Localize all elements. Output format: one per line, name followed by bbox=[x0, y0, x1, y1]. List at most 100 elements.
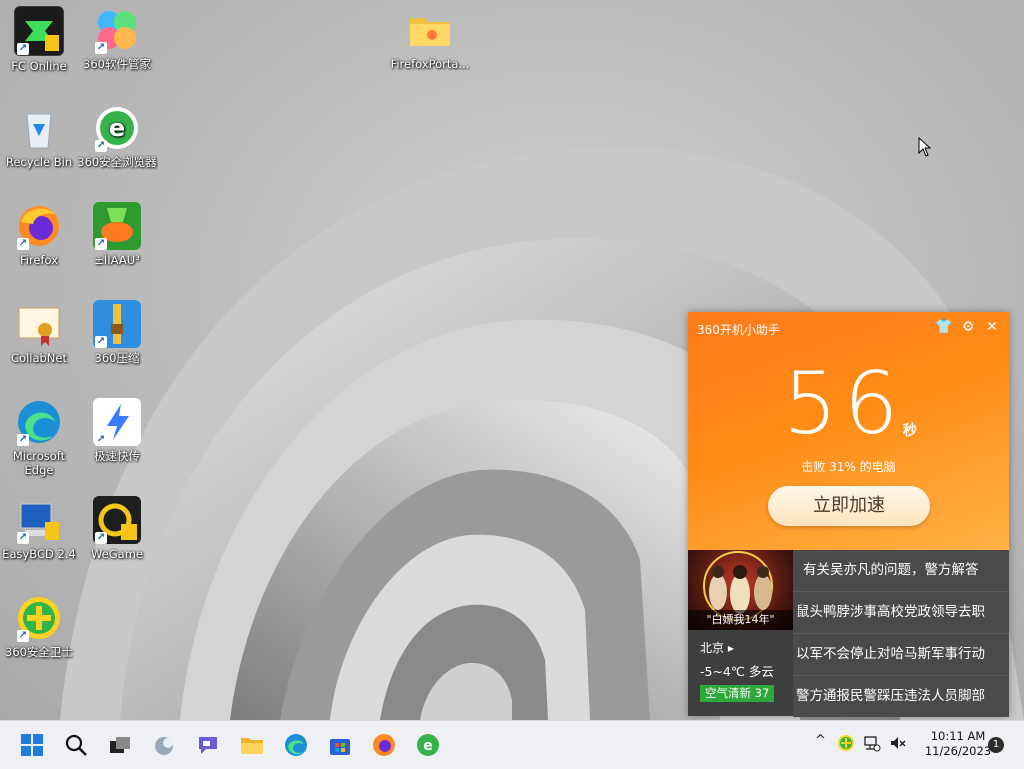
360-security-icon: ↗ bbox=[15, 594, 63, 642]
show-hidden-icons-chevron-icon[interactable]: ^ bbox=[815, 733, 826, 748]
chat-icon bbox=[199, 737, 217, 754]
news-list: 有关吴亦凡的问题，警方解答 鼠头鸭脖涉事高校党政领导去职 以军不会停止对哈马斯军… bbox=[793, 550, 1009, 717]
desktop-icon-label: Microsoft Edge bbox=[12, 449, 66, 477]
desktop-icon-fc-online[interactable]: ↗ FC Online bbox=[0, 6, 79, 73]
desktop-icon-label: CollabNet bbox=[11, 351, 67, 365]
shortcut-arrow-icon: ↗ bbox=[95, 140, 107, 152]
settings-icon[interactable]: ⚙ bbox=[959, 319, 977, 335]
start-button[interactable] bbox=[16, 729, 48, 761]
desktop-icon-label: FirefoxPorta... bbox=[390, 57, 470, 71]
desktop-icon-360-software-manager[interactable]: ↗ 360软件管家 bbox=[77, 6, 157, 71]
desktop-icon-label: Firefox bbox=[19, 253, 59, 267]
boot-time-unit: 秒 bbox=[903, 423, 917, 439]
task-view-button[interactable] bbox=[104, 729, 136, 761]
network-icon[interactable] bbox=[863, 734, 881, 752]
chat-button[interactable] bbox=[192, 729, 224, 761]
desktop-icon-wegame[interactable]: ↗ WeGame bbox=[77, 496, 157, 561]
air-quality-badge: 空气清新 37 bbox=[700, 685, 775, 702]
easybcd-icon: ↗ bbox=[15, 496, 63, 544]
desktop-icon-firefox-portable-folder[interactable]: FirefoxPorta... bbox=[389, 6, 471, 71]
volume-muted-icon[interactable] bbox=[889, 734, 907, 752]
chevron-right-icon: ▸ bbox=[727, 641, 734, 655]
desktop-icon-collabnet[interactable]: CollabNet bbox=[0, 300, 79, 365]
store-button[interactable] bbox=[324, 729, 356, 761]
skin-icon[interactable]: 👕 bbox=[935, 319, 953, 335]
boot-assistant-widget: 360开机小助手 👕 ⚙ ✕ 56 秒 击败 31% 的电脑 立即加速 "白嫖我… bbox=[688, 312, 1009, 717]
shortcut-arrow-icon: ↗ bbox=[95, 238, 107, 250]
360-browser-icon: e ↗ bbox=[93, 104, 141, 152]
task-view-icon bbox=[110, 737, 130, 753]
fc-online-icon: ↗ bbox=[14, 6, 64, 56]
firefox-icon bbox=[373, 734, 395, 756]
desktop-icon-easybcd[interactable]: ↗ EasyBCD 2.4 bbox=[0, 496, 79, 561]
desktop-icon-label: 360软件管家 bbox=[83, 57, 151, 71]
desktop-icon-recycle-bin[interactable]: Recycle Bin bbox=[0, 104, 79, 169]
desktop-icon-label: Recycle Bin bbox=[5, 155, 73, 169]
svg-text:e: e bbox=[423, 738, 433, 754]
desktop-icon-label: 360安全卫士 bbox=[5, 645, 73, 659]
start-icon bbox=[21, 734, 43, 756]
firefox-taskbar-button[interactable] bbox=[368, 729, 400, 761]
folder-icon bbox=[406, 6, 454, 54]
recycle-bin-icon bbox=[15, 104, 63, 152]
desktop-icon-label: 360压缩 bbox=[94, 351, 140, 365]
search-icon bbox=[65, 734, 87, 756]
shortcut-arrow-icon: ↗ bbox=[17, 43, 29, 55]
desktop-icon-360-zip[interactable]: ↗ 360压缩 bbox=[77, 300, 157, 365]
search-button[interactable] bbox=[60, 729, 92, 761]
360-zip-icon: ↗ bbox=[93, 300, 141, 348]
notification-badge[interactable]: 1 bbox=[988, 737, 1004, 753]
desktop-icon-label: EasyBCD 2.4 bbox=[2, 547, 76, 561]
store-icon bbox=[330, 739, 350, 755]
edge-taskbar-button[interactable] bbox=[280, 729, 312, 761]
news-item[interactable]: 警方通报民警踩压违法人员脚部 bbox=[793, 676, 1009, 717]
shortcut-arrow-icon: ↗ bbox=[17, 238, 29, 250]
desktop-icon-360-security[interactable]: ↗ 360安全卫士 bbox=[0, 594, 79, 659]
svg-text:e: e bbox=[109, 114, 125, 142]
shortcut-arrow-icon: ↗ bbox=[95, 532, 107, 544]
360-software-manager-icon: ↗ bbox=[93, 6, 141, 54]
speed-up-button[interactable]: 立即加速 bbox=[768, 486, 930, 526]
360-security-tray-icon[interactable] bbox=[837, 734, 855, 752]
news-item[interactable]: 鼠头鸭脖涉事高校党政领导去职 bbox=[793, 592, 1009, 634]
desktop-icon-firefox[interactable]: ↗ Firefox bbox=[0, 202, 79, 267]
mouse-cursor-icon bbox=[918, 137, 932, 157]
desktop-icon-fast-transfer[interactable]: ↗ 极速快传 bbox=[77, 398, 157, 463]
shortcut-arrow-icon: ↗ bbox=[95, 42, 107, 54]
news-thumbnail[interactable]: "白嫖我14年" bbox=[688, 550, 793, 630]
shortcut-arrow-icon: ↗ bbox=[17, 630, 29, 642]
taskbar: e ^ 10:11 AM 11/26/2023 1 bbox=[0, 720, 1024, 769]
news-item[interactable]: 有关吴亦凡的问题，警方解答 bbox=[793, 550, 1009, 592]
weather-city: 北京 ▸ bbox=[700, 639, 734, 656]
boot-time-value: 56 bbox=[783, 354, 905, 454]
file-explorer-icon bbox=[241, 738, 263, 754]
360-browser-taskbar-button[interactable]: e bbox=[412, 729, 444, 761]
desktop-icon-game[interactable]: ↗ ±ÌIAAU³ bbox=[77, 202, 157, 267]
shortcut-arrow-icon: ↗ bbox=[95, 336, 107, 348]
shortcut-arrow-icon: ↗ bbox=[17, 532, 29, 544]
360-browser-icon: e bbox=[417, 734, 439, 756]
beat-percentage-text: 击败 31% 的电脑 bbox=[801, 460, 896, 474]
desktop-icon-360-browser[interactable]: e ↗ 360安全浏览器 bbox=[77, 104, 157, 169]
fast-transfer-icon: ↗ bbox=[93, 398, 141, 446]
wegame-icon: ↗ bbox=[93, 496, 141, 544]
edge-icon: ↗ bbox=[15, 398, 63, 446]
news-item[interactable]: 以军不会停止对哈马斯军事行动 bbox=[793, 634, 1009, 676]
weather-city-name: 北京 bbox=[700, 641, 725, 655]
weather-panel[interactable]: 北京 ▸ -5~4℃ 多云 空气清新 37 bbox=[688, 630, 793, 716]
certificate-icon bbox=[15, 300, 63, 348]
game-icon: ↗ bbox=[93, 202, 141, 250]
news-thumbnail-caption: "白嫖我14年" bbox=[688, 610, 793, 630]
widgets-button[interactable] bbox=[148, 729, 180, 761]
desktop-icon-microsoft-edge[interactable]: ↗ Microsoft Edge bbox=[0, 398, 79, 477]
desktop-icon-label: ±ÌIAAU³ bbox=[94, 253, 140, 267]
shortcut-arrow-icon: ↗ bbox=[17, 434, 29, 446]
shortcut-arrow-icon: ↗ bbox=[95, 434, 107, 446]
desktop-icon-label: 极速快传 bbox=[94, 449, 140, 463]
file-explorer-button[interactable] bbox=[236, 729, 268, 761]
close-icon[interactable]: ✕ bbox=[983, 319, 1001, 335]
firefox-icon: ↗ bbox=[15, 202, 63, 250]
boot-assistant-header: 360开机小助手 👕 ⚙ ✕ 56 秒 击败 31% 的电脑 立即加速 bbox=[688, 312, 1009, 550]
widget-info-panel: "白嫖我14年" 北京 ▸ -5~4℃ 多云 空气清新 37 有关吴亦凡的问题，… bbox=[688, 550, 1009, 717]
desktop-icon-label: FC Online bbox=[11, 59, 67, 73]
